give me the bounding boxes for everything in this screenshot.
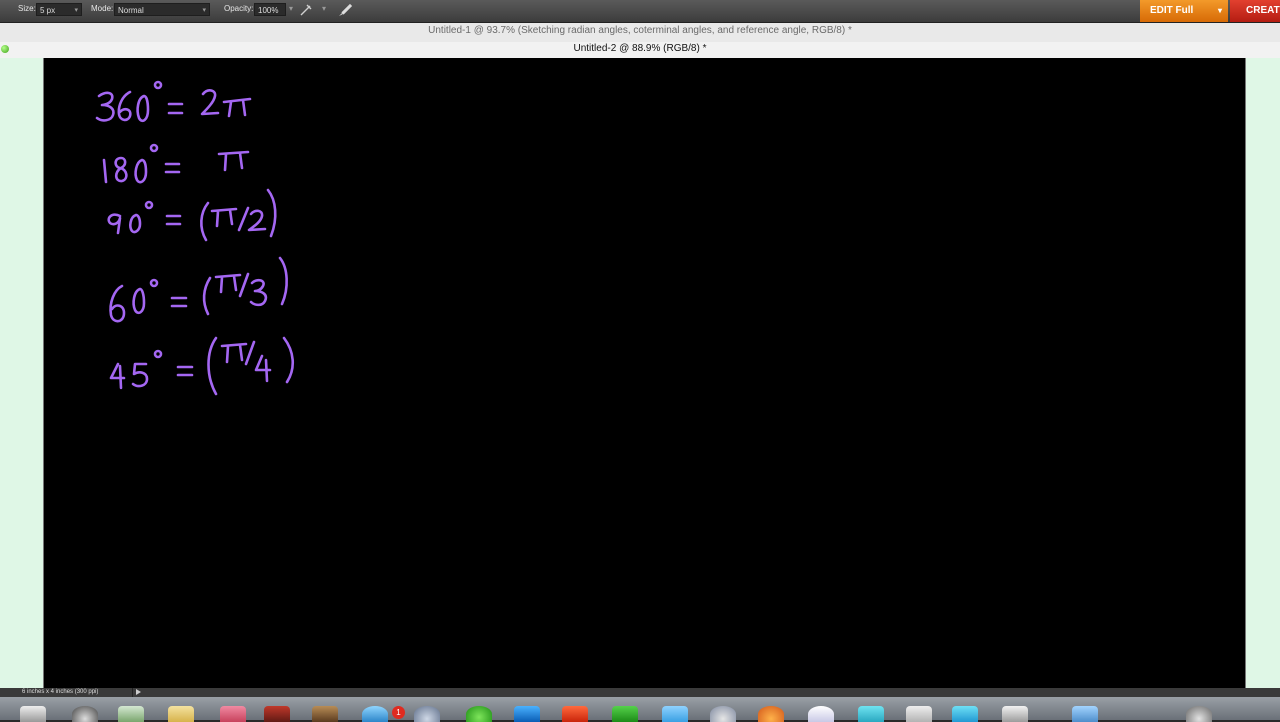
notification-badge: 1 <box>392 706 405 719</box>
opacity-stepper-icon[interactable]: ▾ <box>289 4 293 13</box>
opacity-value: 100% <box>258 6 279 15</box>
mode-label: Mode: <box>91 4 114 13</box>
chevron-down-icon[interactable]: ▾ <box>322 4 326 13</box>
equation-1-radians <box>200 89 220 116</box>
chevron-down-icon: ▾ <box>202 7 206 14</box>
equation-row-5 <box>109 336 294 396</box>
equation-1-degrees <box>95 91 115 122</box>
airbrush-icon[interactable] <box>298 2 316 20</box>
document-tabs: Untitled-1 @ 93.7% (Sketching radian ang… <box>0 23 1280 58</box>
equation-row-2 <box>102 143 250 184</box>
equation-3-radians <box>200 201 210 242</box>
equation-4-equals <box>170 296 188 308</box>
handwritten-equations <box>95 80 294 396</box>
equation-1-equals <box>167 102 184 115</box>
status-menu-arrow-icon[interactable] <box>136 689 141 695</box>
equation-5-radians <box>207 336 218 396</box>
equation-2-equals <box>164 162 181 174</box>
equation-row-4 <box>109 256 288 323</box>
equation-5-degrees <box>109 362 126 390</box>
tool-options-bar: Size: 5 px ▾ Mode: Normal ▾ Opacity: 100… <box>0 0 1280 23</box>
workspace <box>0 58 1280 688</box>
edit-full-button[interactable]: EDIT Full ▾ <box>1140 0 1228 22</box>
equation-2-radians <box>217 150 250 172</box>
edit-full-label: EDIT Full <box>1150 5 1194 16</box>
equation-2-degrees <box>102 158 108 184</box>
dock: 1 <box>0 697 1280 722</box>
equation-4-radians <box>202 276 212 316</box>
equation-5-equals <box>176 365 194 377</box>
equation-3-equals <box>165 214 182 226</box>
equation-3-degrees <box>107 213 122 235</box>
create-button[interactable]: CREATE <box>1230 0 1280 22</box>
chevron-down-icon: ▾ <box>1217 6 1222 15</box>
size-value: 5 px <box>40 6 56 15</box>
status-bar: 6 inches x 4 inches (300 ppi) <box>0 688 1280 697</box>
tab-untitled-1[interactable]: Untitled-1 @ 93.7% (Sketching radian ang… <box>0 25 1280 36</box>
equation-row-1 <box>95 80 252 123</box>
opacity-label: Opacity: <box>224 4 254 13</box>
mode-select[interactable]: Normal ▾ <box>114 3 210 16</box>
window-zoom-icon[interactable] <box>1 45 9 53</box>
chevron-down-icon: ▾ <box>74 7 78 14</box>
tab-untitled-2[interactable]: Untitled-2 @ 88.9% (RGB/8) * <box>0 42 1280 58</box>
drawing-canvas[interactable] <box>43 58 1246 688</box>
document-size: 6 inches x 4 inches (300 ppi) <box>22 689 99 695</box>
mode-value: Normal <box>118 6 144 15</box>
status-divider <box>132 688 133 697</box>
create-label: CREATE <box>1246 5 1280 16</box>
equation-row-3 <box>107 188 277 242</box>
size-input[interactable]: 5 px ▾ <box>36 3 82 16</box>
size-label: Size: <box>18 4 36 13</box>
equation-4-degrees <box>109 284 126 323</box>
opacity-input[interactable]: 100% <box>254 3 286 16</box>
tablet-brush-icon[interactable] <box>337 2 355 20</box>
